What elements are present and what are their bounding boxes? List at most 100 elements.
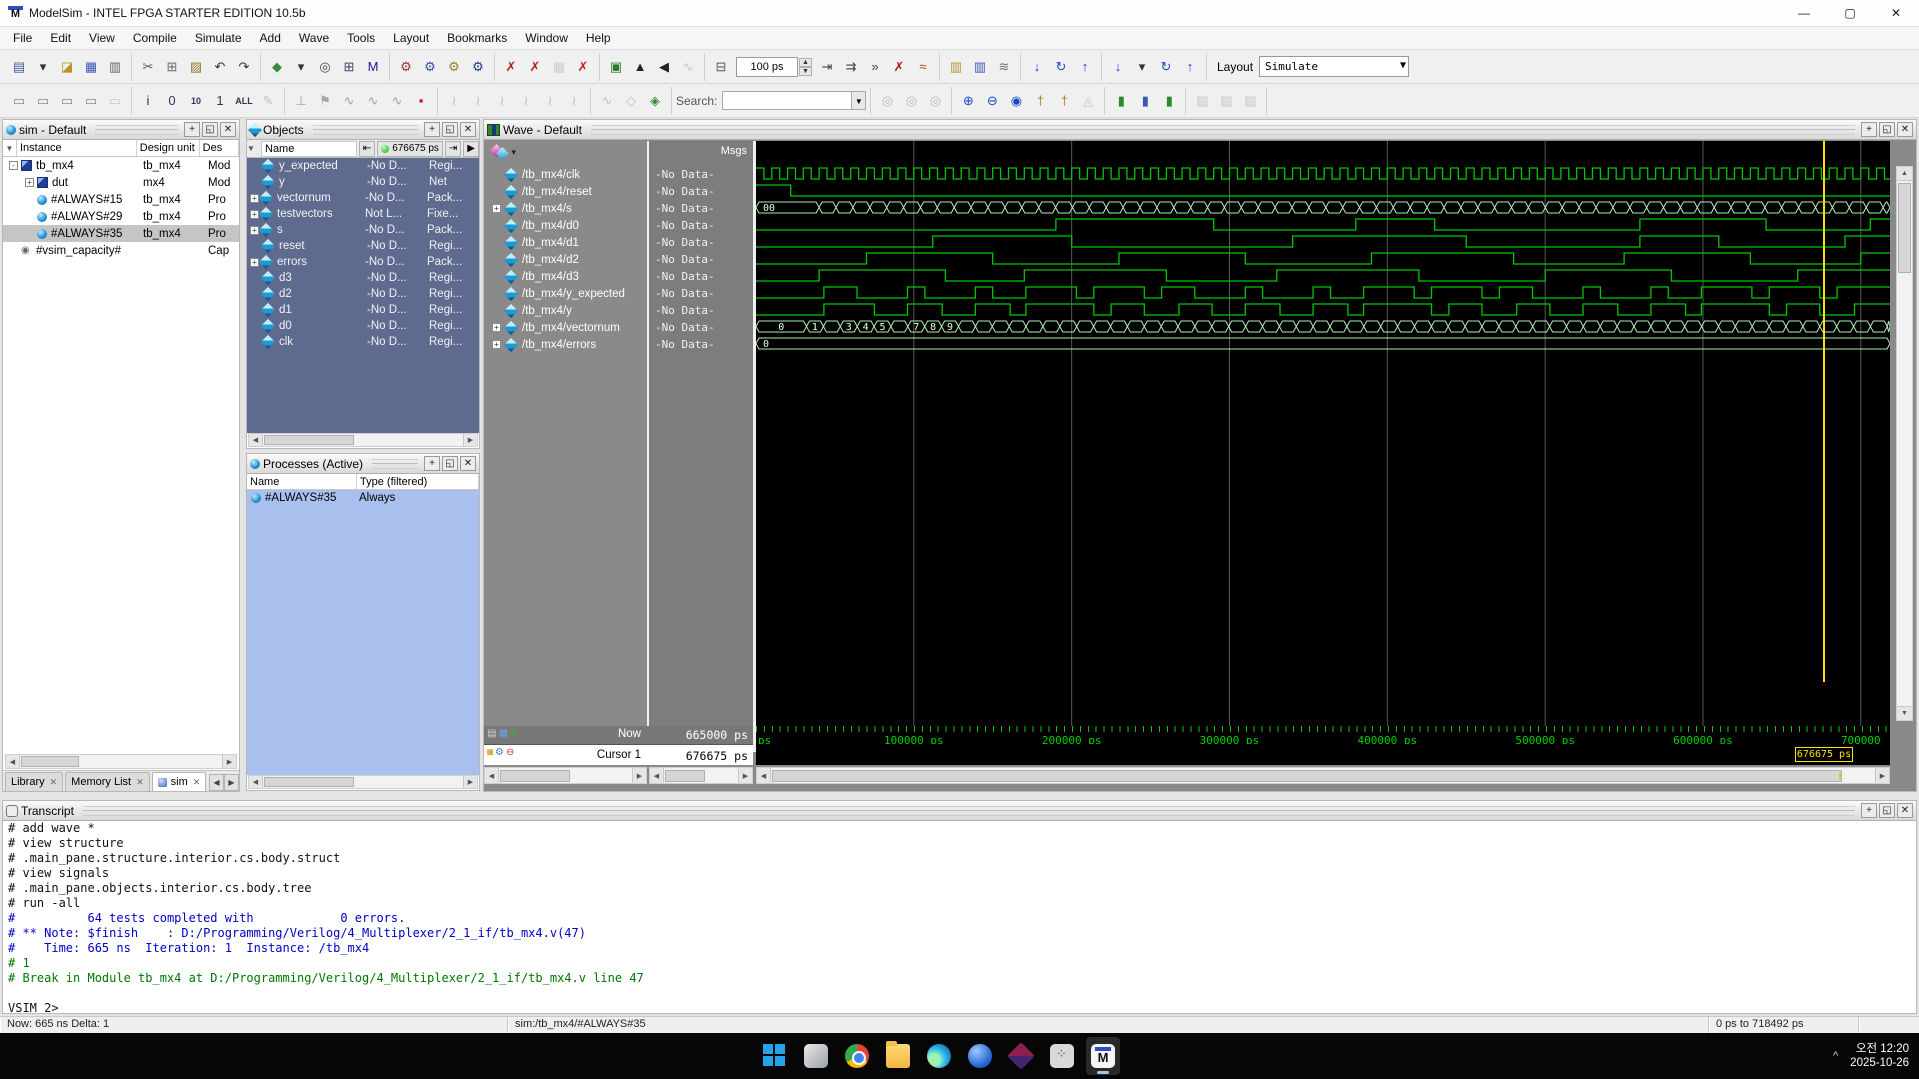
toolbar-icon-mem[interactable]: ▭ xyxy=(80,90,102,112)
taskbar-icon-chrome[interactable] xyxy=(840,1037,874,1075)
wave-tree-icon[interactable]: ▾ xyxy=(490,144,516,160)
wave-close-button[interactable]: ✕ xyxy=(1897,122,1913,137)
toolbar-icon-save[interactable]: ▦ xyxy=(80,56,102,78)
transcript-undock-button[interactable]: ◱ xyxy=(1879,803,1895,818)
filter-icon[interactable]: ▼ xyxy=(247,144,261,153)
toolbar-icon-continue[interactable]: ⇉ xyxy=(840,56,862,78)
toolbar-icon-reddot[interactable]: ▪ xyxy=(410,90,432,112)
wave-signal-y_expected[interactable]: /tb_mx4/y_expected xyxy=(484,285,647,302)
wave-signal-vectornum[interactable]: + /tb_mx4/vectornum xyxy=(484,319,647,336)
column-header-des[interactable]: Des xyxy=(200,140,239,156)
processes-undock-button[interactable]: ◱ xyxy=(442,456,458,471)
toolbar-icon-recompile[interactable]: ◆ xyxy=(266,56,288,78)
toolbar-icon-xback[interactable]: ✗ xyxy=(500,56,522,78)
scroll-left-arrow[interactable]: ◀ xyxy=(6,755,20,768)
toolbar-icon-open[interactable]: ◪ xyxy=(56,56,78,78)
run-length-input[interactable] xyxy=(736,56,798,77)
toolbar-icon-caret[interactable]: ▾ xyxy=(290,56,312,78)
objects-panel-grip[interactable] xyxy=(312,124,418,135)
cursor-time-box[interactable]: 676675 ps xyxy=(1795,747,1853,762)
spinner-arrows[interactable]: ▲ ▼ xyxy=(799,57,812,76)
menu-file[interactable]: File xyxy=(4,28,41,48)
object-row-d0[interactable]: d0 -No D... Regi... xyxy=(247,318,479,334)
search-input[interactable] xyxy=(722,91,853,110)
sim-hscrollbar[interactable]: ◀ ▶ xyxy=(5,754,237,769)
wave-add-button[interactable]: + xyxy=(1861,122,1877,137)
toolbar-icon-print[interactable]: ▥ xyxy=(104,56,126,78)
object-row-d2[interactable]: d2 -No D... Regi... xyxy=(247,286,479,302)
toolbar-icon-cut[interactable]: ✂ xyxy=(137,56,159,78)
taskbar-icon-modelsim[interactable]: M xyxy=(1086,1037,1120,1075)
toolbar-icon-find[interactable]: ◎ xyxy=(314,56,336,78)
menu-tools[interactable]: Tools xyxy=(338,28,384,48)
scroll-right-arrow[interactable]: ▶ xyxy=(222,755,236,768)
transcript-grip[interactable] xyxy=(82,805,1855,816)
maximize-button[interactable]: ▢ xyxy=(1827,0,1873,27)
toolbar-icon-gbox[interactable]: ▣ xyxy=(605,56,627,78)
tab-library[interactable]: Library ✕ xyxy=(5,772,64,791)
taskbar-icon-windows-start[interactable] xyxy=(758,1037,792,1075)
tree-row-ALWAYS35[interactable]: #ALWAYS#35 tb_mx4 Pro xyxy=(3,225,239,242)
object-row-d1[interactable]: d1 -No D... Regi... xyxy=(247,302,479,318)
close-icon[interactable]: ✕ xyxy=(136,777,144,788)
expand-icon[interactable]: + xyxy=(492,204,501,213)
wave-undock-button[interactable]: ◱ xyxy=(1879,122,1895,137)
wave-signal-d2[interactable]: /tb_mx4/d2 xyxy=(484,251,647,268)
toolbar-icon-one-btn[interactable]: 1 xyxy=(209,90,231,112)
toolbar-icon-redo[interactable]: ↷ xyxy=(233,56,255,78)
spin-up-icon[interactable]: ▲ xyxy=(799,57,812,67)
tree-row-vsim_capacity[interactable]: ◉ #vsim_capacity# Cap xyxy=(3,242,239,259)
layout-select[interactable]: Simulate ▼ xyxy=(1259,56,1410,77)
object-row-errors[interactable]: + errors -No D... Pack... xyxy=(247,254,479,270)
taskbar-icon-quartus[interactable] xyxy=(1004,1037,1038,1075)
toolbar-icon-i-btn[interactable]: i xyxy=(137,90,159,112)
tree-row-tb_mx4[interactable]: - tb_mx4 tb_mx4 Mod xyxy=(3,157,239,174)
toolbar-icon-xfwd[interactable]: ✗ xyxy=(524,56,546,78)
toolbar-icon-col-blue[interactable]: ▮ xyxy=(1134,90,1156,112)
transcript-add-button[interactable]: + xyxy=(1861,803,1877,818)
menu-bookmarks[interactable]: Bookmarks xyxy=(438,28,516,48)
toolbar-icon-zoom-full[interactable]: ◉ xyxy=(1005,90,1027,112)
cursor-line[interactable] xyxy=(1823,141,1825,682)
taskbar-icon-tool[interactable] xyxy=(1045,1037,1079,1075)
objects-name-header[interactable]: Name xyxy=(261,140,357,157)
now-band-icons[interactable]: ▤▦⊕ xyxy=(487,728,520,739)
cursor-label[interactable]: Cursor 1 xyxy=(529,749,641,761)
scroll-down-arrow[interactable]: ▼ xyxy=(1897,706,1912,720)
expand-icon[interactable]: + xyxy=(250,225,259,235)
tree-row-ALWAYS29[interactable]: #ALWAYS#29 tb_mx4 Pro xyxy=(3,208,239,225)
values-hscrollbar[interactable]: ◀ ▶ xyxy=(649,767,753,784)
expand-icon[interactable]: + xyxy=(492,340,501,349)
toolbar-icon-wins[interactable]: ◈ xyxy=(644,90,666,112)
wave-vscrollbar[interactable]: ▲ ▼ xyxy=(1896,166,1913,721)
toolbar-icon-caret[interactable]: ▾ xyxy=(32,56,54,78)
scroll-thumb[interactable] xyxy=(1898,183,1911,273)
goto-last-button[interactable]: ⇥ xyxy=(444,140,462,157)
scroll-left-arrow[interactable]: ◀ xyxy=(249,434,263,446)
taskbar-icon-file-explorer[interactable] xyxy=(881,1037,915,1075)
column-header-name[interactable]: Name xyxy=(247,474,357,489)
wave-signal-d0[interactable]: /tb_mx4/d0 xyxy=(484,217,647,234)
wave-signal-y[interactable]: /tb_mx4/y xyxy=(484,302,647,319)
expand-icon[interactable]: + xyxy=(25,178,34,187)
tree-row-ALWAYS15[interactable]: #ALWAYS#15 tb_mx4 Pro xyxy=(3,191,239,208)
filter-icon[interactable]: ▼ xyxy=(3,140,17,156)
toolbar-icon-mem[interactable]: ▭ xyxy=(32,90,54,112)
object-row-s[interactable]: + s -No D... Pack... xyxy=(247,222,479,238)
expand-icon[interactable]: + xyxy=(250,209,259,219)
scroll-right-arrow[interactable]: ▶ xyxy=(632,768,646,783)
toolbar-icon-col-green2[interactable]: ▮ xyxy=(1158,90,1180,112)
sim-panel-close-button[interactable]: ✕ xyxy=(220,122,236,137)
object-row-y[interactable]: y -No D... Net xyxy=(247,174,479,190)
wave-signal-clk[interactable]: /tb_mx4/clk xyxy=(484,166,647,183)
expand-right-button[interactable]: ▶ xyxy=(463,140,479,157)
wave-panel-grip[interactable] xyxy=(590,124,1855,135)
objects-add-button[interactable]: + xyxy=(424,122,440,137)
toolbar-icon-left-k[interactable]: ◀ xyxy=(653,56,675,78)
object-row-y_expected[interactable]: y_expected -No D... Regi... xyxy=(247,158,479,174)
toolbar-icon-gear-blue[interactable]: ⚙ xyxy=(419,56,441,78)
toolbar-icon-up-b[interactable]: ↑ xyxy=(1074,56,1096,78)
cursor-band-icons[interactable]: ◙⚙⊖ xyxy=(487,747,516,758)
scroll-thumb[interactable] xyxy=(500,769,570,782)
expand-icon[interactable]: + xyxy=(250,193,259,203)
